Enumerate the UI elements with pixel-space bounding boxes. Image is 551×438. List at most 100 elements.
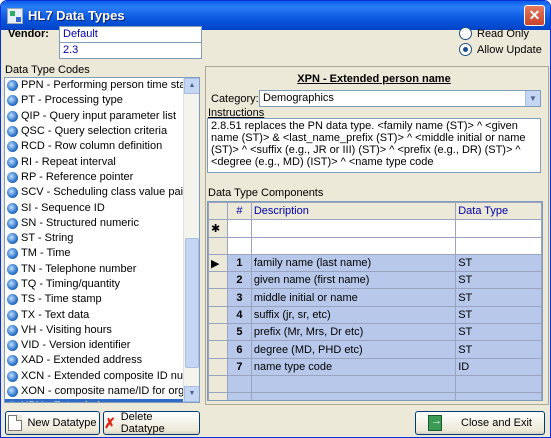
- new-row-description[interactable]: [250, 219, 457, 238]
- description-column-header[interactable]: Description: [250, 202, 457, 221]
- list-item[interactable]: SCV - Scheduling class value pair: [5, 185, 185, 200]
- row-num[interactable]: 5: [226, 323, 252, 342]
- list-item-label: RCD - Row column definition: [21, 140, 163, 153]
- row-data-type[interactable]: ST: [455, 340, 542, 359]
- list-item[interactable]: VID - Version identifier: [5, 338, 185, 353]
- empty-cell[interactable]: [250, 392, 457, 400]
- row-num[interactable]: 7: [226, 357, 252, 376]
- row-num[interactable]: 1: [226, 253, 252, 273]
- empty-cell[interactable]: [226, 392, 252, 400]
- list-item[interactable]: VH - Visiting hours: [5, 323, 185, 338]
- list-item[interactable]: QSC - Query selection criteria: [5, 124, 185, 139]
- list-item[interactable]: XAD - Extended address: [5, 353, 185, 368]
- list-item[interactable]: RCD - Row column definition: [5, 139, 185, 154]
- empty-cell[interactable]: [226, 374, 252, 394]
- scroll-down-button[interactable]: ▼: [184, 386, 199, 402]
- data-type-list[interactable]: PPN - Performing person time stamp PT - P…: [4, 77, 200, 403]
- row-description[interactable]: name type code: [250, 357, 457, 376]
- list-item[interactable]: SN - Structured numeric: [5, 216, 185, 231]
- row-selector[interactable]: [208, 305, 228, 325]
- row-selector[interactable]: [208, 271, 228, 290]
- table-row[interactable]: 5 prefix (Mr, Mrs, Dr etc) ST: [208, 323, 542, 342]
- data-type-column-header[interactable]: Data Type: [455, 202, 542, 221]
- empty-cell[interactable]: [208, 392, 228, 400]
- list-item[interactable]: PPN - Performing person time stamp: [5, 78, 185, 93]
- num-column-header[interactable]: #: [226, 202, 252, 221]
- list-item[interactable]: RI - Repeat interval: [5, 154, 185, 169]
- row-data-type[interactable]: ST: [455, 323, 542, 342]
- read-only-radio[interactable]: [459, 27, 472, 40]
- row-selector[interactable]: ▶: [208, 253, 228, 273]
- table-row[interactable]: 7 name type code ID: [208, 357, 542, 376]
- row-num[interactable]: 3: [226, 288, 252, 307]
- new-row-marker[interactable]: ✱: [208, 219, 228, 238]
- app-icon: [7, 8, 23, 24]
- row-description[interactable]: suffix (jr, sr, etc): [250, 305, 457, 325]
- datatype-icon: [7, 171, 18, 183]
- close-and-exit-button[interactable]: Close and Exit: [415, 411, 545, 435]
- new-row[interactable]: ✱: [208, 219, 542, 238]
- empty-cell[interactable]: [208, 374, 228, 394]
- close-window-button[interactable]: ✕: [524, 5, 545, 26]
- list-scrollbar[interactable]: ▲ ▼: [183, 78, 199, 402]
- empty-cell[interactable]: [250, 374, 457, 394]
- scroll-thumb[interactable]: [185, 238, 199, 368]
- vendor-label: Vendor:: [8, 28, 49, 40]
- list-item[interactable]: QIP - Query input parameter list: [5, 109, 185, 124]
- list-item[interactable]: XCN - Extended composite ID number and: [5, 369, 185, 384]
- row-description[interactable]: given name (first name): [250, 271, 457, 290]
- list-item[interactable]: ST - String: [5, 231, 185, 246]
- new-datatype-button[interactable]: New Datatype: [5, 411, 100, 435]
- row-num[interactable]: 6: [226, 340, 252, 359]
- row-data-type[interactable]: ST: [455, 288, 542, 307]
- row-selector[interactable]: [208, 323, 228, 342]
- empty-row[interactable]: [208, 374, 542, 394]
- row-data-type[interactable]: ST: [455, 271, 542, 290]
- scroll-up-button[interactable]: ▲: [184, 78, 199, 94]
- row-num[interactable]: 2: [226, 271, 252, 290]
- allow-update-option[interactable]: Allow Update: [459, 43, 542, 56]
- new-row-num[interactable]: [226, 219, 252, 238]
- table-row[interactable]: ▶ 1 family name (last name) ST: [208, 253, 542, 273]
- row-selector[interactable]: [208, 357, 228, 376]
- version-field[interactable]: 2.3: [59, 42, 202, 59]
- row-description[interactable]: prefix (Mr, Mrs, Dr etc): [250, 323, 457, 342]
- row-selector[interactable]: [208, 288, 228, 307]
- row-data-type[interactable]: ST: [455, 305, 542, 325]
- table-row[interactable]: 2 given name (first name) ST: [208, 271, 542, 290]
- list-item[interactable]: PT - Processing type: [5, 93, 185, 108]
- category-select[interactable]: Demographics ▼: [259, 90, 541, 107]
- list-item[interactable]: XON - composite name/ID for organization: [5, 384, 185, 399]
- row-description[interactable]: middle initial or name: [250, 288, 457, 307]
- chevron-down-icon[interactable]: ▼: [525, 91, 540, 106]
- list-item[interactable]: TN - Telephone number: [5, 262, 185, 277]
- new-row-data-type[interactable]: [455, 219, 542, 238]
- instructions-textarea[interactable]: 2.8.51 replaces the PN data type. <famil…: [207, 118, 541, 173]
- row-description[interactable]: degree (MD, PHD etc): [250, 340, 457, 359]
- vendor-field[interactable]: Default: [59, 26, 202, 43]
- row-description[interactable]: family name (last name): [250, 253, 457, 273]
- list-item[interactable]: TQ - Timing/quantity: [5, 277, 185, 292]
- allow-update-radio[interactable]: [459, 43, 472, 56]
- row-data-type[interactable]: ST: [455, 253, 542, 273]
- detail-title: XPN - Extended person name: [297, 73, 451, 85]
- list-item-label: VID - Version identifier: [21, 339, 131, 352]
- row-data-type[interactable]: ID: [455, 357, 542, 376]
- row-num[interactable]: 4: [226, 305, 252, 325]
- list-item[interactable]: XPN - Extended person name: [5, 399, 185, 402]
- empty-row[interactable]: [208, 392, 542, 400]
- read-only-option[interactable]: Read Only: [459, 27, 529, 40]
- list-item[interactable]: TS - Time stamp: [5, 292, 185, 307]
- row-selector[interactable]: [208, 340, 228, 359]
- list-item[interactable]: SI - Sequence ID: [5, 200, 185, 215]
- table-row[interactable]: 4 suffix (jr, sr, etc) ST: [208, 305, 542, 325]
- list-item[interactable]: TX - Text data: [5, 307, 185, 322]
- empty-cell[interactable]: [455, 392, 542, 400]
- table-row[interactable]: 3 middle initial or name ST: [208, 288, 542, 307]
- list-item[interactable]: TM - Time: [5, 246, 185, 261]
- list-item[interactable]: RP - Reference pointer: [5, 170, 185, 185]
- empty-cell[interactable]: [455, 374, 542, 394]
- delete-datatype-button[interactable]: ✗ Delete Datatype: [103, 411, 200, 435]
- components-grid[interactable]: # Description Data Type ✱ ▶ 1 family name (…: [207, 201, 543, 401]
- table-row[interactable]: 6 degree (MD, PHD etc) ST: [208, 340, 542, 359]
